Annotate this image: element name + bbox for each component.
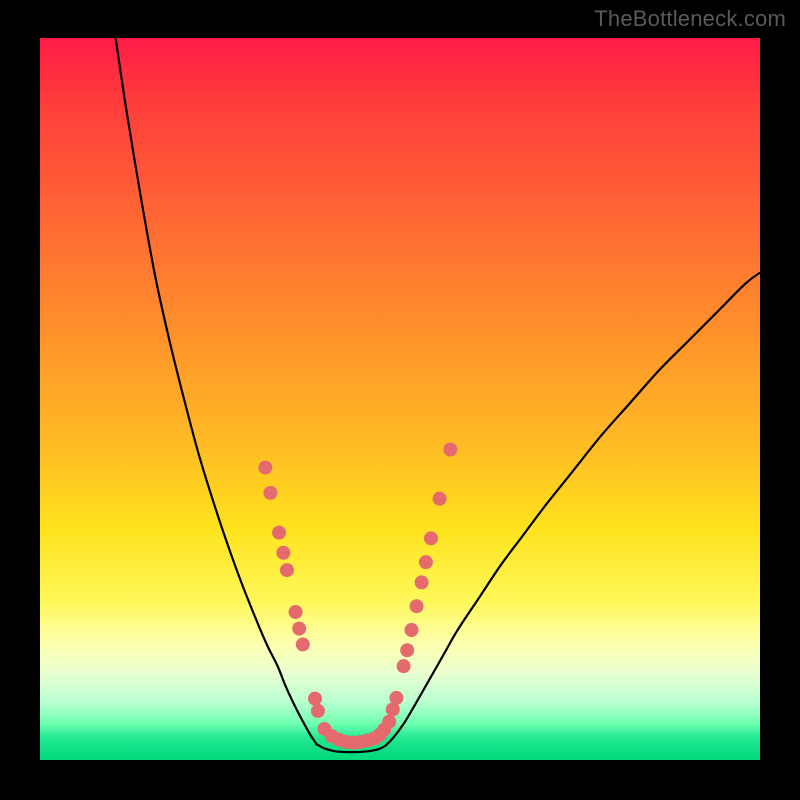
sample-point xyxy=(443,443,457,457)
bottleneck-curve xyxy=(116,38,760,752)
sample-point xyxy=(424,531,438,545)
sample-point xyxy=(433,492,447,506)
sample-point xyxy=(346,736,360,750)
sample-point xyxy=(292,622,306,636)
sample-point xyxy=(415,575,429,589)
sample-point xyxy=(410,599,424,613)
sample-point xyxy=(373,728,387,742)
sample-point xyxy=(389,691,403,705)
chart-frame: TheBottleneck.com xyxy=(0,0,800,800)
sample-point xyxy=(400,643,414,657)
sample-point xyxy=(311,704,325,718)
sample-point xyxy=(325,729,339,743)
sample-point xyxy=(339,735,353,749)
sample-point xyxy=(377,723,391,737)
sample-point xyxy=(382,715,396,729)
sample-point xyxy=(272,526,286,540)
sample-point xyxy=(332,733,346,747)
sample-point xyxy=(308,692,322,706)
sample-point xyxy=(368,731,382,745)
watermark-text: TheBottleneck.com xyxy=(594,6,786,32)
sample-point xyxy=(276,546,290,560)
sample-point xyxy=(263,486,277,500)
sample-point xyxy=(296,637,310,651)
sample-point xyxy=(419,555,433,569)
sample-point xyxy=(405,623,419,637)
curve-group xyxy=(116,38,760,752)
sample-point xyxy=(289,605,303,619)
sample-point xyxy=(353,735,367,749)
chart-svg xyxy=(40,38,760,760)
sample-point xyxy=(361,734,375,748)
sample-point xyxy=(280,563,294,577)
sample-point xyxy=(397,659,411,673)
marker-group xyxy=(258,443,457,750)
sample-point xyxy=(258,461,272,475)
sample-point xyxy=(386,702,400,716)
plot-area xyxy=(40,38,760,760)
sample-point xyxy=(317,722,331,736)
